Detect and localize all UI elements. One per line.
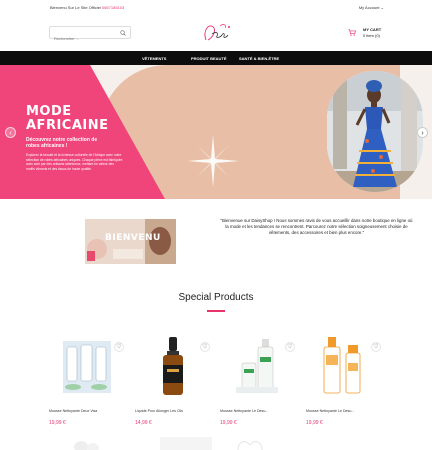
product-card[interactable]: ♡ Liquide Pour Allonger Les Cils 14,99 € [135, 335, 210, 435]
cart-count: 0 item (0) [363, 33, 380, 38]
product-image-partial[interactable] [63, 437, 113, 450]
product-name[interactable]: Mousse Nettoyante Le Desu... [306, 409, 381, 413]
hero-description: Explorez la beauté et la richesse cultur… [26, 153, 123, 171]
product-price: 19,99 € [49, 420, 66, 426]
chevron-down-icon: ⌄ [380, 5, 384, 10]
welcome-text: Bienvenu Sur Le Site Officiel [50, 5, 101, 10]
heart-icon[interactable]: ♡ [285, 342, 295, 352]
cart-icon [348, 29, 356, 36]
cart-widget[interactable]: MY CART 0 item (0) [348, 26, 388, 40]
welcome-paragraph: "Bienvenue sur DaisyShop ! Nous sommes r… [220, 218, 413, 235]
section-title: Special Products [178, 292, 254, 303]
hero-slider: MODE AFRICAINE Découvrez notre collectio… [0, 65, 432, 199]
top-bar: Bienvenu Sur Le Site Officiel 0657185103… [0, 0, 432, 14]
hero-model-photo [327, 71, 423, 192]
search-icon[interactable] [120, 30, 126, 36]
heart-icon[interactable]: ♡ [371, 342, 381, 352]
product-name[interactable]: Liquide Pour Allonger Les Cils [135, 409, 210, 413]
search-box [49, 26, 131, 44]
main-nav: VÊTEMENTS PRODUIT BEAUTÉ SANTÉ & BIEN-ÊT… [0, 51, 432, 65]
sparkle-icon [187, 135, 239, 187]
section-title-underline [207, 310, 225, 312]
product-card[interactable]: ♡ Mousse Nettoyante Le Desu... 19,99 € [220, 335, 295, 435]
product-image[interactable] [310, 335, 378, 403]
slider-next-button[interactable]: › [417, 127, 428, 138]
site-logo[interactable] [196, 20, 236, 44]
product-image[interactable] [53, 335, 121, 403]
cart-title: MY CART [363, 27, 382, 32]
hero-subtitle: Découvrez notre collection de robes afri… [26, 137, 98, 149]
hero-title: MODE AFRICAINE [26, 104, 109, 133]
my-account-menu[interactable]: My Account ⌄ [359, 5, 384, 10]
my-account-label: My Account [358, 5, 380, 10]
slider-prev-button[interactable]: ‹ [5, 127, 16, 138]
product-price: 19,99 € [220, 420, 237, 426]
product-price: 19,99 € [306, 420, 323, 426]
product-price: 14,99 € [135, 420, 152, 426]
phone-number[interactable]: 0657185103 [102, 5, 124, 10]
welcome-banner[interactable]: BIENVENU [85, 219, 176, 264]
logo-mark [204, 24, 230, 41]
heart-icon[interactable]: ♡ [114, 342, 124, 352]
search-input[interactable] [50, 33, 112, 44]
product-name[interactable]: Mousse Nettoyante Deux Visa [49, 409, 124, 413]
nav-item-sante-bien-etre[interactable]: SANTÉ & BIEN-ÊTRE [239, 56, 279, 61]
nav-item-vetements[interactable]: VÊTEMENTS [142, 56, 166, 61]
product-image[interactable] [139, 335, 207, 403]
product-image-partial[interactable] [160, 437, 212, 450]
nav-item-produit-beaute[interactable]: PRODUIT BEAUTÉ [191, 56, 227, 61]
product-name[interactable]: Mousse Nettoyante Le Desu... [220, 409, 295, 413]
product-card[interactable]: ♡ Mousse Nettoyante Deux Visa 19,99 € [49, 335, 124, 435]
product-image[interactable] [224, 335, 292, 403]
product-card[interactable]: ♡ Mousse Nettoyante Le Desu... 19,99 € [306, 335, 381, 435]
heart-icon[interactable]: ♡ [200, 342, 210, 352]
welcome-banner-label: BIENVENU [105, 233, 161, 243]
product-image-partial[interactable] [230, 437, 270, 450]
welcome-message: Bienvenu Sur Le Site Officiel 0657185103 [50, 5, 124, 10]
